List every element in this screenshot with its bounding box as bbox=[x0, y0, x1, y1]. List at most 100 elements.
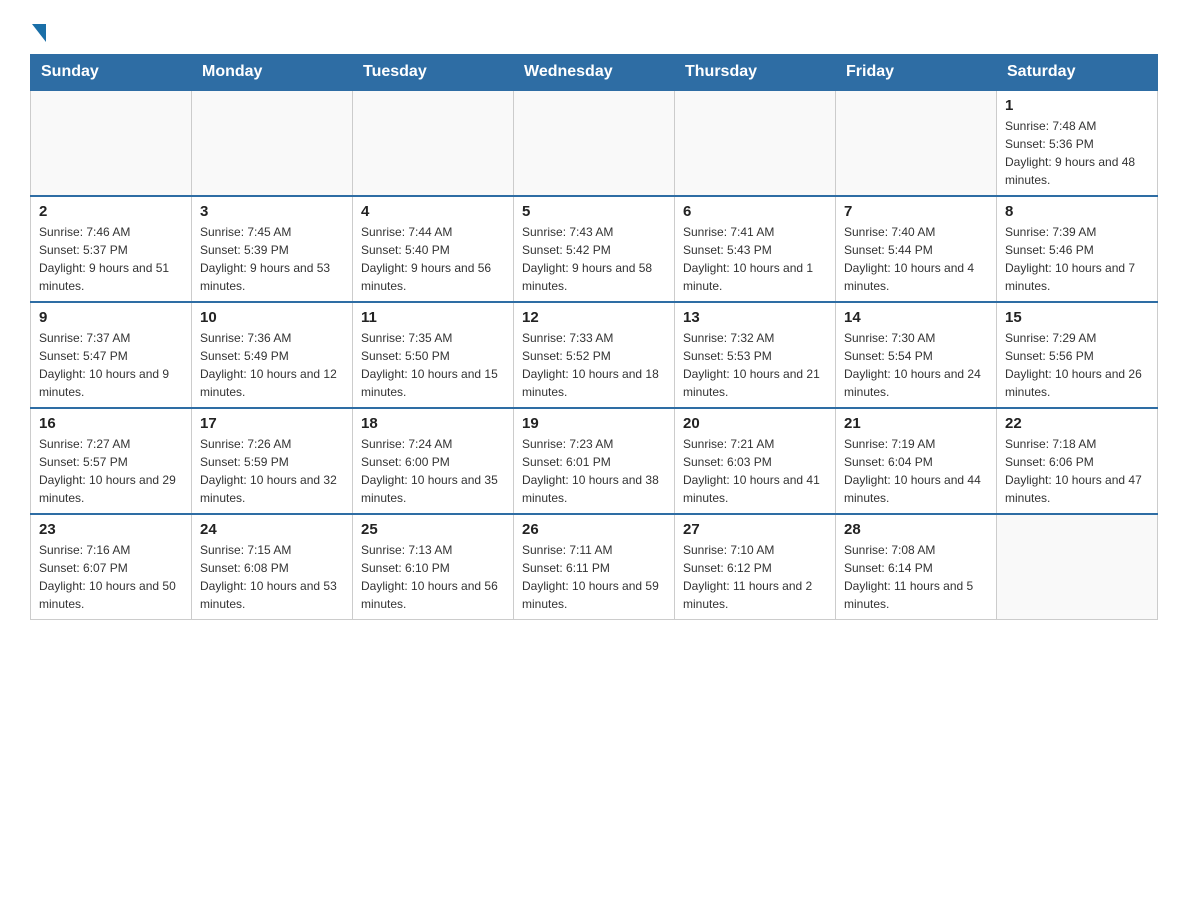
day-info: Sunrise: 7:10 AMSunset: 6:12 PMDaylight:… bbox=[683, 541, 827, 613]
calendar-week-row: 9 Sunrise: 7:37 AMSunset: 5:47 PMDaylight… bbox=[31, 302, 1158, 408]
day-info: Sunrise: 7:23 AMSunset: 6:01 PMDaylight:… bbox=[522, 435, 666, 507]
calendar-cell bbox=[675, 90, 836, 196]
logo-arrow-icon bbox=[32, 24, 46, 42]
day-info: Sunrise: 7:45 AMSunset: 5:39 PMDaylight:… bbox=[200, 223, 344, 295]
day-info: Sunrise: 7:26 AMSunset: 5:59 PMDaylight:… bbox=[200, 435, 344, 507]
day-info: Sunrise: 7:15 AMSunset: 6:08 PMDaylight:… bbox=[200, 541, 344, 613]
calendar-header-row: SundayMondayTuesdayWednesdayThursdayFrid… bbox=[31, 55, 1158, 91]
day-info: Sunrise: 7:16 AMSunset: 6:07 PMDaylight:… bbox=[39, 541, 183, 613]
day-info: Sunrise: 7:48 AMSunset: 5:36 PMDaylight:… bbox=[1005, 117, 1149, 189]
day-info: Sunrise: 7:19 AMSunset: 6:04 PMDaylight:… bbox=[844, 435, 988, 507]
calendar-cell: 8 Sunrise: 7:39 AMSunset: 5:46 PMDaylight… bbox=[997, 196, 1158, 302]
day-info: Sunrise: 7:21 AMSunset: 6:03 PMDaylight:… bbox=[683, 435, 827, 507]
calendar-cell: 16 Sunrise: 7:27 AMSunset: 5:57 PMDayligh… bbox=[31, 408, 192, 514]
day-info: Sunrise: 7:32 AMSunset: 5:53 PMDaylight:… bbox=[683, 329, 827, 401]
day-number: 22 bbox=[1005, 415, 1149, 432]
calendar-cell: 19Sunrise: 7:23 AMSunset: 6:01 PMDayligh… bbox=[514, 408, 675, 514]
day-info: Sunrise: 7:36 AMSunset: 5:49 PMDaylight:… bbox=[200, 329, 344, 401]
day-info: Sunrise: 7:33 AMSunset: 5:52 PMDaylight:… bbox=[522, 329, 666, 401]
calendar-cell bbox=[836, 90, 997, 196]
day-info: Sunrise: 7:08 AMSunset: 6:14 PMDaylight:… bbox=[844, 541, 988, 613]
day-of-week-header: Tuesday bbox=[353, 55, 514, 91]
day-number: 14 bbox=[844, 309, 988, 326]
logo bbox=[30, 20, 46, 38]
day-number: 4 bbox=[361, 203, 505, 220]
calendar-week-row: 16 Sunrise: 7:27 AMSunset: 5:57 PMDayligh… bbox=[31, 408, 1158, 514]
day-info: Sunrise: 7:37 AMSunset: 5:47 PMDaylight:… bbox=[39, 329, 183, 401]
day-number: 16 bbox=[39, 415, 183, 432]
calendar-cell: 2 Sunrise: 7:46 AMSunset: 5:37 PMDaylight… bbox=[31, 196, 192, 302]
day-of-week-header: Friday bbox=[836, 55, 997, 91]
calendar-cell bbox=[353, 90, 514, 196]
calendar-cell: 21 Sunrise: 7:19 AMSunset: 6:04 PMDayligh… bbox=[836, 408, 997, 514]
calendar-cell: 13Sunrise: 7:32 AMSunset: 5:53 PMDayligh… bbox=[675, 302, 836, 408]
calendar-cell: 5 Sunrise: 7:43 AMSunset: 5:42 PMDaylight… bbox=[514, 196, 675, 302]
calendar-cell: 24 Sunrise: 7:15 AMSunset: 6:08 PMDayligh… bbox=[192, 514, 353, 620]
calendar-table: SundayMondayTuesdayWednesdayThursdayFrid… bbox=[30, 54, 1158, 620]
calendar-cell: 28 Sunrise: 7:08 AMSunset: 6:14 PMDayligh… bbox=[836, 514, 997, 620]
day-number: 8 bbox=[1005, 203, 1149, 220]
day-of-week-header: Sunday bbox=[31, 55, 192, 91]
day-number: 17 bbox=[200, 415, 344, 432]
day-number: 12 bbox=[522, 309, 666, 326]
day-info: Sunrise: 7:29 AMSunset: 5:56 PMDaylight:… bbox=[1005, 329, 1149, 401]
day-info: Sunrise: 7:41 AMSunset: 5:43 PMDaylight:… bbox=[683, 223, 827, 295]
day-number: 24 bbox=[200, 521, 344, 538]
day-number: 26 bbox=[522, 521, 666, 538]
day-number: 21 bbox=[844, 415, 988, 432]
calendar-cell: 20Sunrise: 7:21 AMSunset: 6:03 PMDayligh… bbox=[675, 408, 836, 514]
page-header bbox=[30, 20, 1158, 38]
calendar-week-row: 23 Sunrise: 7:16 AMSunset: 6:07 PMDayligh… bbox=[31, 514, 1158, 620]
day-number: 7 bbox=[844, 203, 988, 220]
calendar-cell: 1 Sunrise: 7:48 AMSunset: 5:36 PMDaylight… bbox=[997, 90, 1158, 196]
day-info: Sunrise: 7:43 AMSunset: 5:42 PMDaylight:… bbox=[522, 223, 666, 295]
day-number: 10 bbox=[200, 309, 344, 326]
day-number: 5 bbox=[522, 203, 666, 220]
day-number: 23 bbox=[39, 521, 183, 538]
day-number: 2 bbox=[39, 203, 183, 220]
calendar-cell: 15Sunrise: 7:29 AMSunset: 5:56 PMDayligh… bbox=[997, 302, 1158, 408]
calendar-cell: 27 Sunrise: 7:10 AMSunset: 6:12 PMDayligh… bbox=[675, 514, 836, 620]
calendar-cell: 17 Sunrise: 7:26 AMSunset: 5:59 PMDayligh… bbox=[192, 408, 353, 514]
day-of-week-header: Thursday bbox=[675, 55, 836, 91]
calendar-week-row: 1 Sunrise: 7:48 AMSunset: 5:36 PMDaylight… bbox=[31, 90, 1158, 196]
day-info: Sunrise: 7:27 AMSunset: 5:57 PMDaylight:… bbox=[39, 435, 183, 507]
day-info: Sunrise: 7:11 AMSunset: 6:11 PMDaylight:… bbox=[522, 541, 666, 613]
day-info: Sunrise: 7:40 AMSunset: 5:44 PMDaylight:… bbox=[844, 223, 988, 295]
calendar-cell: 23 Sunrise: 7:16 AMSunset: 6:07 PMDayligh… bbox=[31, 514, 192, 620]
calendar-cell: 3Sunrise: 7:45 AMSunset: 5:39 PMDaylight… bbox=[192, 196, 353, 302]
calendar-cell: 25 Sunrise: 7:13 AMSunset: 6:10 PMDayligh… bbox=[353, 514, 514, 620]
calendar-week-row: 2 Sunrise: 7:46 AMSunset: 5:37 PMDaylight… bbox=[31, 196, 1158, 302]
day-info: Sunrise: 7:46 AMSunset: 5:37 PMDaylight:… bbox=[39, 223, 183, 295]
calendar-cell: 22Sunrise: 7:18 AMSunset: 6:06 PMDayligh… bbox=[997, 408, 1158, 514]
day-of-week-header: Saturday bbox=[997, 55, 1158, 91]
calendar-cell bbox=[514, 90, 675, 196]
calendar-cell: 4 Sunrise: 7:44 AMSunset: 5:40 PMDaylight… bbox=[353, 196, 514, 302]
calendar-cell bbox=[997, 514, 1158, 620]
calendar-cell: 7 Sunrise: 7:40 AMSunset: 5:44 PMDaylight… bbox=[836, 196, 997, 302]
day-info: Sunrise: 7:30 AMSunset: 5:54 PMDaylight:… bbox=[844, 329, 988, 401]
day-number: 6 bbox=[683, 203, 827, 220]
day-number: 27 bbox=[683, 521, 827, 538]
calendar-cell: 11 Sunrise: 7:35 AMSunset: 5:50 PMDayligh… bbox=[353, 302, 514, 408]
day-number: 1 bbox=[1005, 97, 1149, 114]
calendar-cell: 12 Sunrise: 7:33 AMSunset: 5:52 PMDayligh… bbox=[514, 302, 675, 408]
day-number: 11 bbox=[361, 309, 505, 326]
calendar-cell: 26 Sunrise: 7:11 AMSunset: 6:11 PMDayligh… bbox=[514, 514, 675, 620]
calendar-cell: 10 Sunrise: 7:36 AMSunset: 5:49 PMDayligh… bbox=[192, 302, 353, 408]
calendar-cell bbox=[31, 90, 192, 196]
day-info: Sunrise: 7:44 AMSunset: 5:40 PMDaylight:… bbox=[361, 223, 505, 295]
day-number: 18 bbox=[361, 415, 505, 432]
calendar-cell: 6 Sunrise: 7:41 AMSunset: 5:43 PMDaylight… bbox=[675, 196, 836, 302]
day-info: Sunrise: 7:39 AMSunset: 5:46 PMDaylight:… bbox=[1005, 223, 1149, 295]
day-of-week-header: Monday bbox=[192, 55, 353, 91]
day-number: 25 bbox=[361, 521, 505, 538]
day-of-week-header: Wednesday bbox=[514, 55, 675, 91]
calendar-cell bbox=[192, 90, 353, 196]
calendar-cell: 14 Sunrise: 7:30 AMSunset: 5:54 PMDayligh… bbox=[836, 302, 997, 408]
day-number: 28 bbox=[844, 521, 988, 538]
day-info: Sunrise: 7:13 AMSunset: 6:10 PMDaylight:… bbox=[361, 541, 505, 613]
day-info: Sunrise: 7:24 AMSunset: 6:00 PMDaylight:… bbox=[361, 435, 505, 507]
day-info: Sunrise: 7:35 AMSunset: 5:50 PMDaylight:… bbox=[361, 329, 505, 401]
day-number: 9 bbox=[39, 309, 183, 326]
